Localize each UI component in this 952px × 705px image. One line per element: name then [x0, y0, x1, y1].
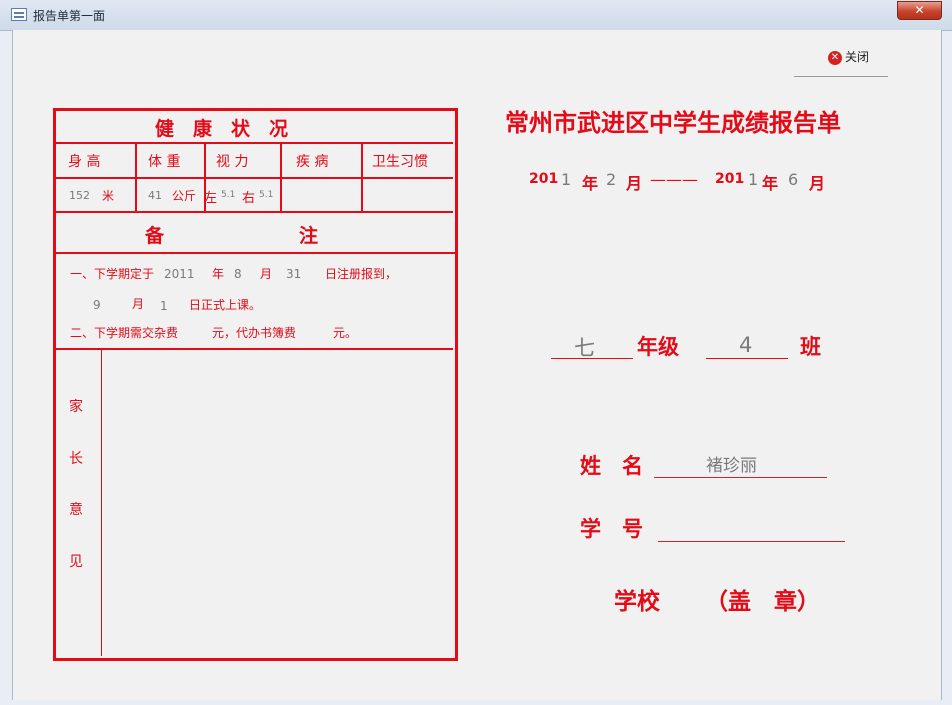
name-label: 姓 名 — [580, 454, 643, 478]
class-underline — [706, 358, 788, 359]
parent-label-char: 家 — [69, 399, 83, 415]
form-icon — [11, 8, 27, 21]
left-eye-value[interactable]: 5.1 — [221, 190, 235, 200]
health-title: 健 康 状 况 — [155, 118, 289, 140]
title-bar: 报告单第一面 ✕ — [0, 0, 952, 31]
divider — [55, 211, 453, 213]
start-year-prefix: 201 — [529, 171, 559, 187]
divider — [55, 177, 453, 179]
window-title: 报告单第一面 — [33, 9, 106, 23]
class-month[interactable]: 9 — [93, 298, 101, 312]
grade-underline — [551, 358, 633, 359]
class-label: 班 — [800, 335, 821, 359]
end-month-unit: 月 — [809, 174, 826, 193]
window-close-button[interactable]: ✕ — [897, 1, 942, 20]
close-button-label: 关闭 — [845, 50, 870, 64]
report-title: 常州市武进区中学生成绩报告单 — [505, 108, 841, 137]
class-day[interactable]: 1 — [160, 299, 168, 313]
weight-value[interactable]: 41 — [148, 189, 162, 202]
seal-label: （盖 章） — [705, 588, 820, 615]
vision-header: 视 力 — [216, 154, 249, 170]
start-month-unit: 月 — [626, 174, 643, 193]
class-month-unit: 月 — [132, 297, 145, 311]
disease-header: 疾 病 — [296, 154, 329, 170]
parent-opinion-field[interactable] — [104, 351, 450, 653]
parent-label-char: 意 — [69, 502, 83, 518]
divider — [55, 348, 453, 350]
hygiene-header: 卫生习惯 — [372, 154, 428, 170]
divider — [55, 252, 455, 254]
end-year-prefix: 201 — [715, 171, 745, 187]
student-id-label: 学 号 — [580, 517, 643, 541]
register-month[interactable]: 8 — [234, 267, 242, 281]
divider — [101, 350, 102, 656]
end-month[interactable]: 6 — [788, 170, 798, 189]
height-value[interactable]: 152 — [69, 189, 90, 202]
right-eye-value[interactable]: 5.1 — [259, 190, 273, 200]
close-button-underline — [794, 76, 888, 77]
remark-line3-c: 元。 — [333, 326, 358, 340]
divider — [55, 142, 453, 144]
parent-label-char: 见 — [69, 554, 83, 570]
name-value[interactable]: 褚珍丽 — [706, 451, 757, 476]
register-year-unit: 年 — [212, 267, 225, 281]
right-eye-label: 右 — [242, 191, 256, 206]
remarks-title-right: 注 — [299, 225, 319, 247]
remark-line1-suffix: 日注册报到， — [325, 267, 398, 281]
register-year[interactable]: 2011 — [164, 267, 195, 281]
end-year-unit: 年 — [762, 174, 779, 193]
remark-line1-prefix: 一、下学期定于 — [70, 267, 155, 281]
end-year-digit[interactable]: 1 — [748, 170, 758, 189]
name-underline — [654, 477, 827, 478]
remark-line2-suffix: 日正式上课。 — [189, 298, 262, 312]
close-button[interactable]: ✕ 关闭 — [828, 48, 869, 66]
school-label: 学校 — [614, 588, 660, 615]
start-year-digit[interactable]: 1 — [561, 170, 571, 189]
remarks-title-left: 备 — [145, 225, 165, 247]
date-range-dash: ——— — [650, 170, 698, 189]
parent-label-char: 长 — [69, 451, 83, 467]
start-month[interactable]: 2 — [606, 170, 616, 189]
class-value[interactable]: 4 — [739, 333, 752, 357]
left-eye-label: 左 — [204, 191, 218, 206]
divider — [280, 144, 282, 212]
height-header: 身 高 — [68, 154, 101, 170]
remark-line3-a: 二、下学期需交杂费 — [70, 326, 179, 340]
height-unit: 米 — [102, 189, 115, 203]
register-day[interactable]: 31 — [286, 267, 301, 281]
start-year-unit: 年 — [582, 174, 599, 193]
weight-header: 体 重 — [148, 154, 181, 170]
remark-line3-b: 元，代办书簿费 — [212, 326, 297, 340]
student-id-field[interactable] — [658, 541, 845, 542]
divider — [361, 144, 363, 212]
weight-unit: 公斤 — [172, 189, 197, 203]
register-month-unit: 月 — [260, 267, 273, 281]
grade-label: 年级 — [637, 335, 679, 359]
divider — [135, 144, 137, 212]
close-icon: ✕ — [828, 50, 842, 65]
